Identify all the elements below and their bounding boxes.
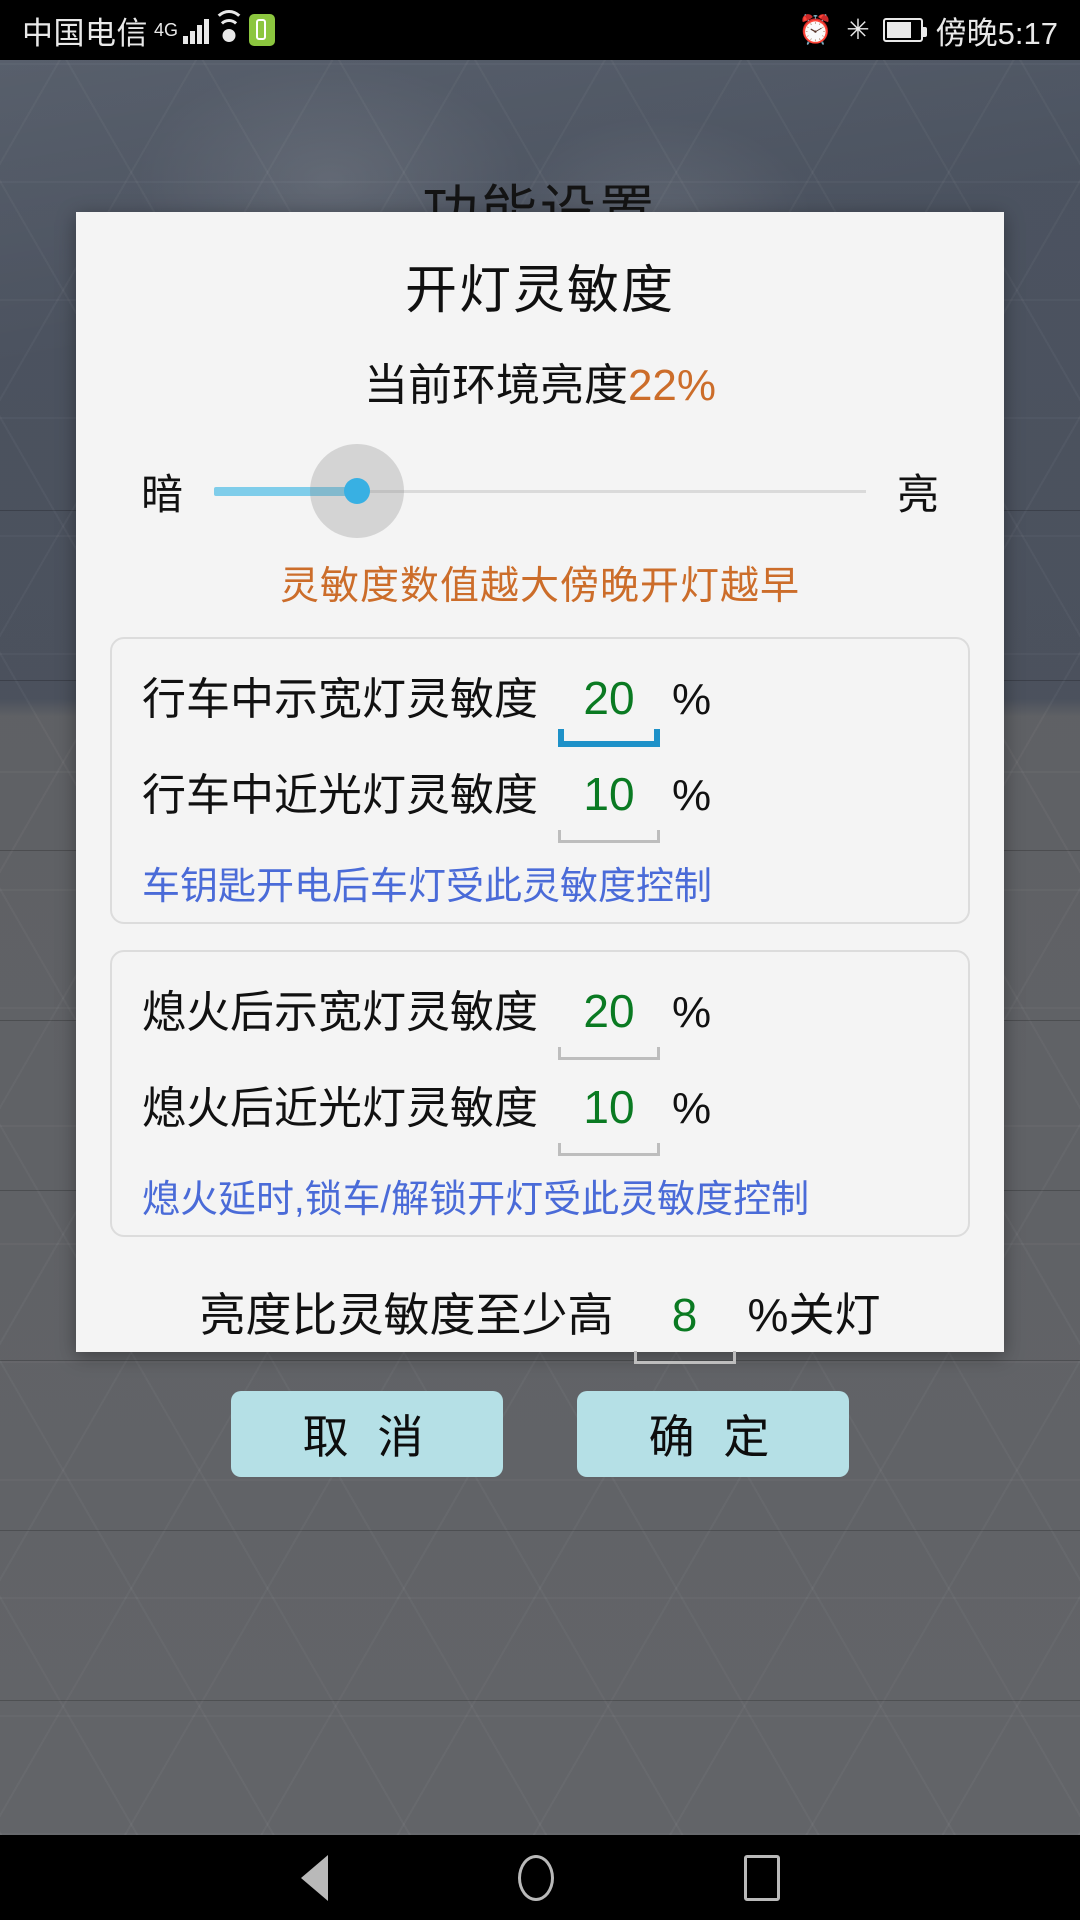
ambient-brightness-value: 22% bbox=[627, 361, 717, 410]
status-bar-right: ⏰ ✳ 傍晚5:17 bbox=[798, 8, 1058, 53]
ambient-brightness-label: 当前环境亮度 bbox=[363, 361, 628, 410]
alarm-icon: ⏰ bbox=[798, 14, 834, 45]
dialog-title: 开灯灵敏度 bbox=[404, 262, 675, 320]
field-underline bbox=[558, 1047, 660, 1060]
sensitivity-hint: 灵敏度数值越大傍晚开灯越早 bbox=[279, 565, 800, 608]
engine-off-low-beam-input[interactable]: 10 bbox=[554, 1080, 664, 1156]
setting-row: 行车中示宽灯灵敏度 20 % bbox=[112, 663, 968, 751]
engine-off-group-hint: 熄火延时,锁车/解锁开灯受此灵敏度控制 bbox=[142, 1179, 810, 1221]
field-underline bbox=[558, 729, 660, 747]
sensitivity-slider-row: 暗 亮 bbox=[76, 443, 1004, 539]
off-threshold-row: 亮度比灵敏度至少高 8 %关灯 bbox=[76, 1279, 1004, 1364]
battery-icon bbox=[882, 18, 927, 42]
setting-label: 行车中示宽灯灵敏度 bbox=[142, 675, 538, 724]
engine-off-sensitivity-group: 熄火后示宽灯灵敏度 20 % 熄火后近光灯灵敏度 10 % 熄火延时,锁车/解锁… bbox=[110, 950, 970, 1237]
wifi-icon bbox=[213, 10, 246, 42]
signal-bars-icon bbox=[183, 16, 210, 44]
field-value: 20 bbox=[583, 672, 635, 724]
setting-label: 熄火后示宽灯灵敏度 bbox=[142, 988, 538, 1037]
off-threshold-input[interactable]: 8 bbox=[630, 1288, 740, 1364]
cancel-button[interactable]: 取 消 bbox=[231, 1391, 503, 1477]
confirm-button[interactable]: 确 定 bbox=[577, 1391, 849, 1477]
driving-sensitivity-group: 行车中示宽灯灵敏度 20 % 行车中近光灯灵敏度 10 % 车钥匙开电后车灯受此… bbox=[110, 637, 970, 924]
field-value: 10 bbox=[583, 1081, 635, 1133]
engine-off-parking-light-input[interactable]: 20 bbox=[554, 984, 664, 1060]
status-bar: 中国电信 4G ⏰ ✳ 傍晚5:17 bbox=[0, 0, 1080, 60]
driving-low-beam-input[interactable]: 10 bbox=[554, 767, 664, 843]
list-separator bbox=[0, 1360, 1080, 1361]
phone-screen: 中国电信 4G ⏰ ✳ 傍晚5:17 功能设置 开灯灵敏度 当前环境亮度22% bbox=[0, 0, 1080, 1920]
recents-square-icon[interactable] bbox=[743, 1854, 780, 1901]
field-value: 20 bbox=[583, 985, 635, 1037]
slider-label-dark: 暗 bbox=[140, 470, 183, 518]
light-sensitivity-dialog: 开灯灵敏度 当前环境亮度22% 暗 亮 灵敏度数值越大傍晚开灯越早 行车中示宽灯… bbox=[76, 212, 1004, 1477]
setting-row: 行车中近光灯灵敏度 10 % bbox=[112, 759, 968, 847]
driving-parking-light-input[interactable]: 20 bbox=[554, 671, 664, 747]
field-underline bbox=[633, 1351, 736, 1364]
setting-label: 行车中近光灯灵敏度 bbox=[142, 771, 538, 820]
field-underline bbox=[558, 830, 660, 843]
off-threshold-suffix: %关灯 bbox=[747, 1289, 881, 1341]
ambient-brightness-row: 当前环境亮度22% bbox=[76, 349, 1004, 413]
charging-battery-badge-icon bbox=[249, 14, 276, 46]
setting-row: 熄火后示宽灯灵敏度 20 % bbox=[112, 976, 968, 1064]
setting-label: 熄火后近光灯灵敏度 bbox=[142, 1084, 538, 1133]
list-separator bbox=[0, 1530, 1080, 1531]
driving-group-hint: 车钥匙开电后车灯受此灵敏度控制 bbox=[142, 866, 713, 908]
percent-sign: % bbox=[672, 1084, 712, 1133]
setting-row: 熄火后近光灯灵敏度 10 % bbox=[112, 1072, 968, 1160]
bluetooth-icon: ✳ bbox=[846, 14, 870, 45]
dialog-button-row: 取 消 确 定 bbox=[76, 1391, 1004, 1477]
list-separator bbox=[0, 1700, 1080, 1701]
back-triangle-icon[interactable] bbox=[300, 1854, 328, 1901]
slider-label-bright: 亮 bbox=[896, 470, 939, 518]
field-value: 10 bbox=[583, 768, 635, 820]
network-type-label: 4G bbox=[154, 19, 179, 40]
percent-sign: % bbox=[672, 988, 712, 1037]
status-bar-clock: 傍晚5:17 bbox=[935, 15, 1058, 51]
field-value: 8 bbox=[671, 1289, 698, 1341]
sensitivity-slider[interactable] bbox=[214, 443, 866, 539]
android-nav-bar bbox=[0, 1835, 1080, 1920]
field-underline bbox=[558, 1143, 660, 1156]
status-bar-left: 中国电信 4G bbox=[22, 8, 276, 53]
percent-sign: % bbox=[672, 771, 712, 820]
home-circle-icon[interactable] bbox=[517, 1854, 554, 1901]
carrier-label: 中国电信 bbox=[22, 15, 148, 51]
off-threshold-label: 亮度比灵敏度至少高 bbox=[199, 1289, 614, 1341]
percent-sign: % bbox=[672, 675, 712, 724]
